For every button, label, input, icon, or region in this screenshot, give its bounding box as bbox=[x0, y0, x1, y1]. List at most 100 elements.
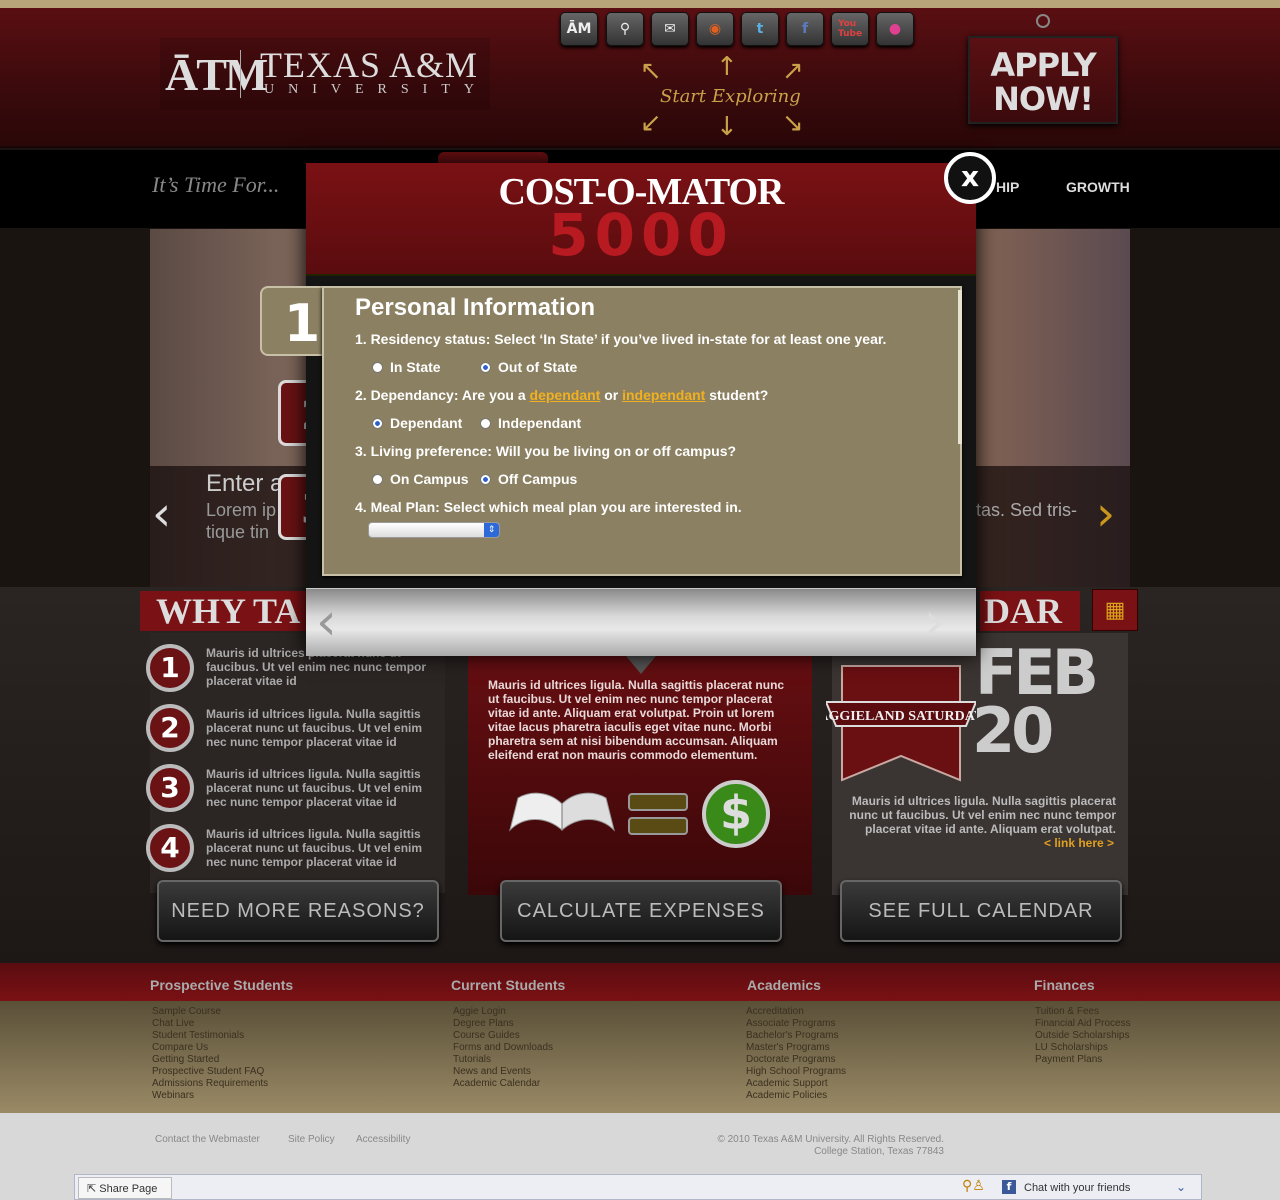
chevron-down-icon[interactable]: ⌄ bbox=[1176, 1180, 1186, 1194]
aggieland-saturday-badge[interactable]: AGGIELAND SATURDAY bbox=[826, 660, 976, 784]
living-question: 3. Living preference: Will you be living… bbox=[355, 443, 737, 459]
off-campus-label[interactable]: Off Campus bbox=[498, 471, 577, 487]
footer-link[interactable]: Payment Plans bbox=[1035, 1054, 1131, 1066]
footer-link[interactable]: Course Guides bbox=[453, 1030, 553, 1042]
footer-link[interactable]: Student Testimonials bbox=[152, 1030, 268, 1042]
dependant-link[interactable]: dependant bbox=[530, 387, 601, 403]
facebook-icon[interactable]: f bbox=[786, 12, 824, 46]
calculator-slot bbox=[628, 817, 688, 835]
footer-link[interactable]: Compare Us bbox=[152, 1042, 268, 1054]
reason-text: Mauris id ultrices ligula. Nulla sagitti… bbox=[206, 827, 423, 869]
footer-link[interactable]: Associate Programs bbox=[746, 1018, 846, 1030]
close-icon[interactable]: x bbox=[944, 152, 996, 204]
dollar-icon: $ bbox=[702, 780, 770, 848]
mail-icon[interactable]: ✉ bbox=[651, 12, 689, 46]
calendar-link[interactable]: < link here > bbox=[1044, 836, 1114, 850]
facebook-chat-icon[interactable]: f bbox=[1002, 1180, 1016, 1194]
atm-icon[interactable]: ĀM bbox=[560, 12, 598, 46]
why-title: WHY TA bbox=[156, 591, 301, 631]
share-page-button[interactable]: ⇱ Share Page bbox=[78, 1177, 172, 1199]
accessibility-link[interactable]: Accessibility bbox=[356, 1134, 410, 1145]
footer-link[interactable]: Getting Started bbox=[152, 1054, 268, 1066]
footer-link[interactable]: Academic Calendar bbox=[453, 1078, 553, 1090]
calendar-title: DAR bbox=[984, 591, 1062, 631]
dependant-label[interactable]: Dependant bbox=[390, 415, 462, 431]
footer-link[interactable]: Tutorials bbox=[453, 1054, 553, 1066]
atm-logo-mark[interactable]: ĀTM bbox=[165, 48, 268, 101]
next-step-arrow-icon[interactable]: › bbox=[924, 592, 945, 652]
start-exploring-label[interactable]: Start Exploring bbox=[660, 86, 801, 107]
twitter-icon[interactable]: t bbox=[741, 12, 779, 46]
apply-now-button[interactable]: APPLY NOW! bbox=[968, 36, 1118, 124]
reason-text: Mauris id ultrices ligula. Nulla sagitti… bbox=[206, 767, 423, 809]
prev-step-arrow-icon[interactable]: ‹ bbox=[316, 592, 337, 652]
off-campus-radio[interactable] bbox=[480, 474, 491, 485]
footer-link[interactable]: Academic Policies bbox=[746, 1090, 846, 1102]
footer-link[interactable]: Doctorate Programs bbox=[746, 1054, 846, 1066]
calculate-expenses-button[interactable]: CALCULATE EXPENSES bbox=[500, 880, 782, 942]
site-policy-link[interactable]: Site Policy bbox=[288, 1134, 335, 1145]
out-of-state-label[interactable]: Out of State bbox=[498, 359, 577, 375]
footer-link[interactable]: Degree Plans bbox=[453, 1018, 553, 1030]
footer-link[interactable]: LU Scholarships bbox=[1035, 1042, 1131, 1054]
toolbar-apps-icon[interactable]: ⚲♙ bbox=[962, 1178, 985, 1194]
search-icon[interactable]: ⚲ bbox=[606, 12, 644, 46]
youtube-icon[interactable]: You Tube bbox=[831, 12, 869, 46]
on-campus-radio[interactable] bbox=[372, 474, 383, 485]
address-line: College Station, Texas 77843 bbox=[814, 1146, 944, 1157]
footer-link[interactable]: Chat Live bbox=[152, 1018, 268, 1030]
footer-heading-finances: Finances bbox=[1034, 977, 1095, 993]
in-state-radio[interactable] bbox=[372, 362, 383, 373]
footer-link[interactable]: Bachelor's Programs bbox=[746, 1030, 846, 1042]
footer-link[interactable]: Academic Support bbox=[746, 1078, 846, 1090]
university-name[interactable]: TEXAS A&M bbox=[260, 44, 478, 86]
footer-link[interactable]: News and Events bbox=[453, 1066, 553, 1078]
footer-link[interactable]: Accreditation bbox=[746, 1006, 846, 1018]
dependancy-question-text: 2. Dependancy: Are you a bbox=[355, 387, 526, 403]
logo-divider bbox=[240, 50, 241, 98]
meal-plan-select[interactable] bbox=[368, 522, 500, 538]
chat-with-friends-label[interactable]: Chat with your friends bbox=[1024, 1182, 1130, 1194]
open-book-icon bbox=[509, 792, 615, 832]
hero-prev-arrow-icon[interactable]: ‹ bbox=[152, 486, 171, 542]
arrow-up-right-icon: ↗ bbox=[782, 56, 804, 86]
footer-link[interactable]: Sample Course bbox=[152, 1006, 268, 1018]
reason-number: 2 bbox=[146, 704, 194, 752]
nav-item-scholarship[interactable]: HIP bbox=[996, 179, 1019, 195]
footer-link[interactable]: Aggie Login bbox=[453, 1006, 553, 1018]
share-page-label: Share Page bbox=[99, 1183, 158, 1195]
rss-icon[interactable]: ◉ bbox=[696, 12, 734, 46]
footer-link[interactable]: Master's Programs bbox=[746, 1042, 846, 1054]
out-of-state-radio[interactable] bbox=[480, 362, 491, 373]
select-arrows-icon[interactable]: ⇕ bbox=[484, 523, 499, 537]
footer-link[interactable]: Financial Aid Process bbox=[1035, 1018, 1131, 1030]
need-more-reasons-button[interactable]: NEED MORE REASONS? bbox=[157, 880, 439, 942]
footer-link[interactable]: Tuition & Fees bbox=[1035, 1006, 1131, 1018]
nav-item-growth[interactable]: GROWTH bbox=[1066, 179, 1130, 195]
hero-next-arrow-icon[interactable]: › bbox=[1096, 486, 1115, 542]
footer-link[interactable]: Webinars bbox=[152, 1090, 268, 1102]
step-number-tab: 1 bbox=[260, 286, 326, 356]
footer-list-finances: Tuition & Fees Financial Aid Process Out… bbox=[1035, 1006, 1131, 1066]
event-day: 20 bbox=[972, 694, 1054, 767]
modal-pager bbox=[306, 588, 976, 656]
flickr-icon[interactable]: ● bbox=[876, 12, 914, 46]
footer-link[interactable]: High School Programs bbox=[746, 1066, 846, 1078]
independant-link[interactable]: independant bbox=[622, 387, 705, 403]
contact-webmaster-link[interactable]: Contact the Webmaster bbox=[155, 1134, 260, 1145]
footer-heading-academics: Academics bbox=[747, 977, 821, 993]
footer-link[interactable]: Forms and Downloads bbox=[453, 1042, 553, 1054]
form-scrollbar[interactable] bbox=[958, 290, 962, 444]
independant-label[interactable]: Independant bbox=[498, 415, 581, 431]
independant-radio[interactable] bbox=[480, 418, 491, 429]
footer-link[interactable]: Prospective Student FAQ bbox=[152, 1066, 268, 1078]
dependant-radio[interactable] bbox=[372, 418, 383, 429]
on-campus-label[interactable]: On Campus bbox=[390, 471, 469, 487]
footer-link[interactable]: Admissions Requirements bbox=[152, 1078, 268, 1090]
in-state-label[interactable]: In State bbox=[390, 359, 441, 375]
footer-link[interactable]: Outside Scholarships bbox=[1035, 1030, 1131, 1042]
student-text: student? bbox=[709, 387, 769, 403]
calendar-grid-icon[interactable]: ▦ bbox=[1092, 589, 1138, 631]
see-full-calendar-button[interactable]: SEE FULL CALENDAR bbox=[840, 880, 1122, 942]
meal-plan-question: 4. Meal Plan: Select which meal plan you… bbox=[355, 499, 742, 515]
